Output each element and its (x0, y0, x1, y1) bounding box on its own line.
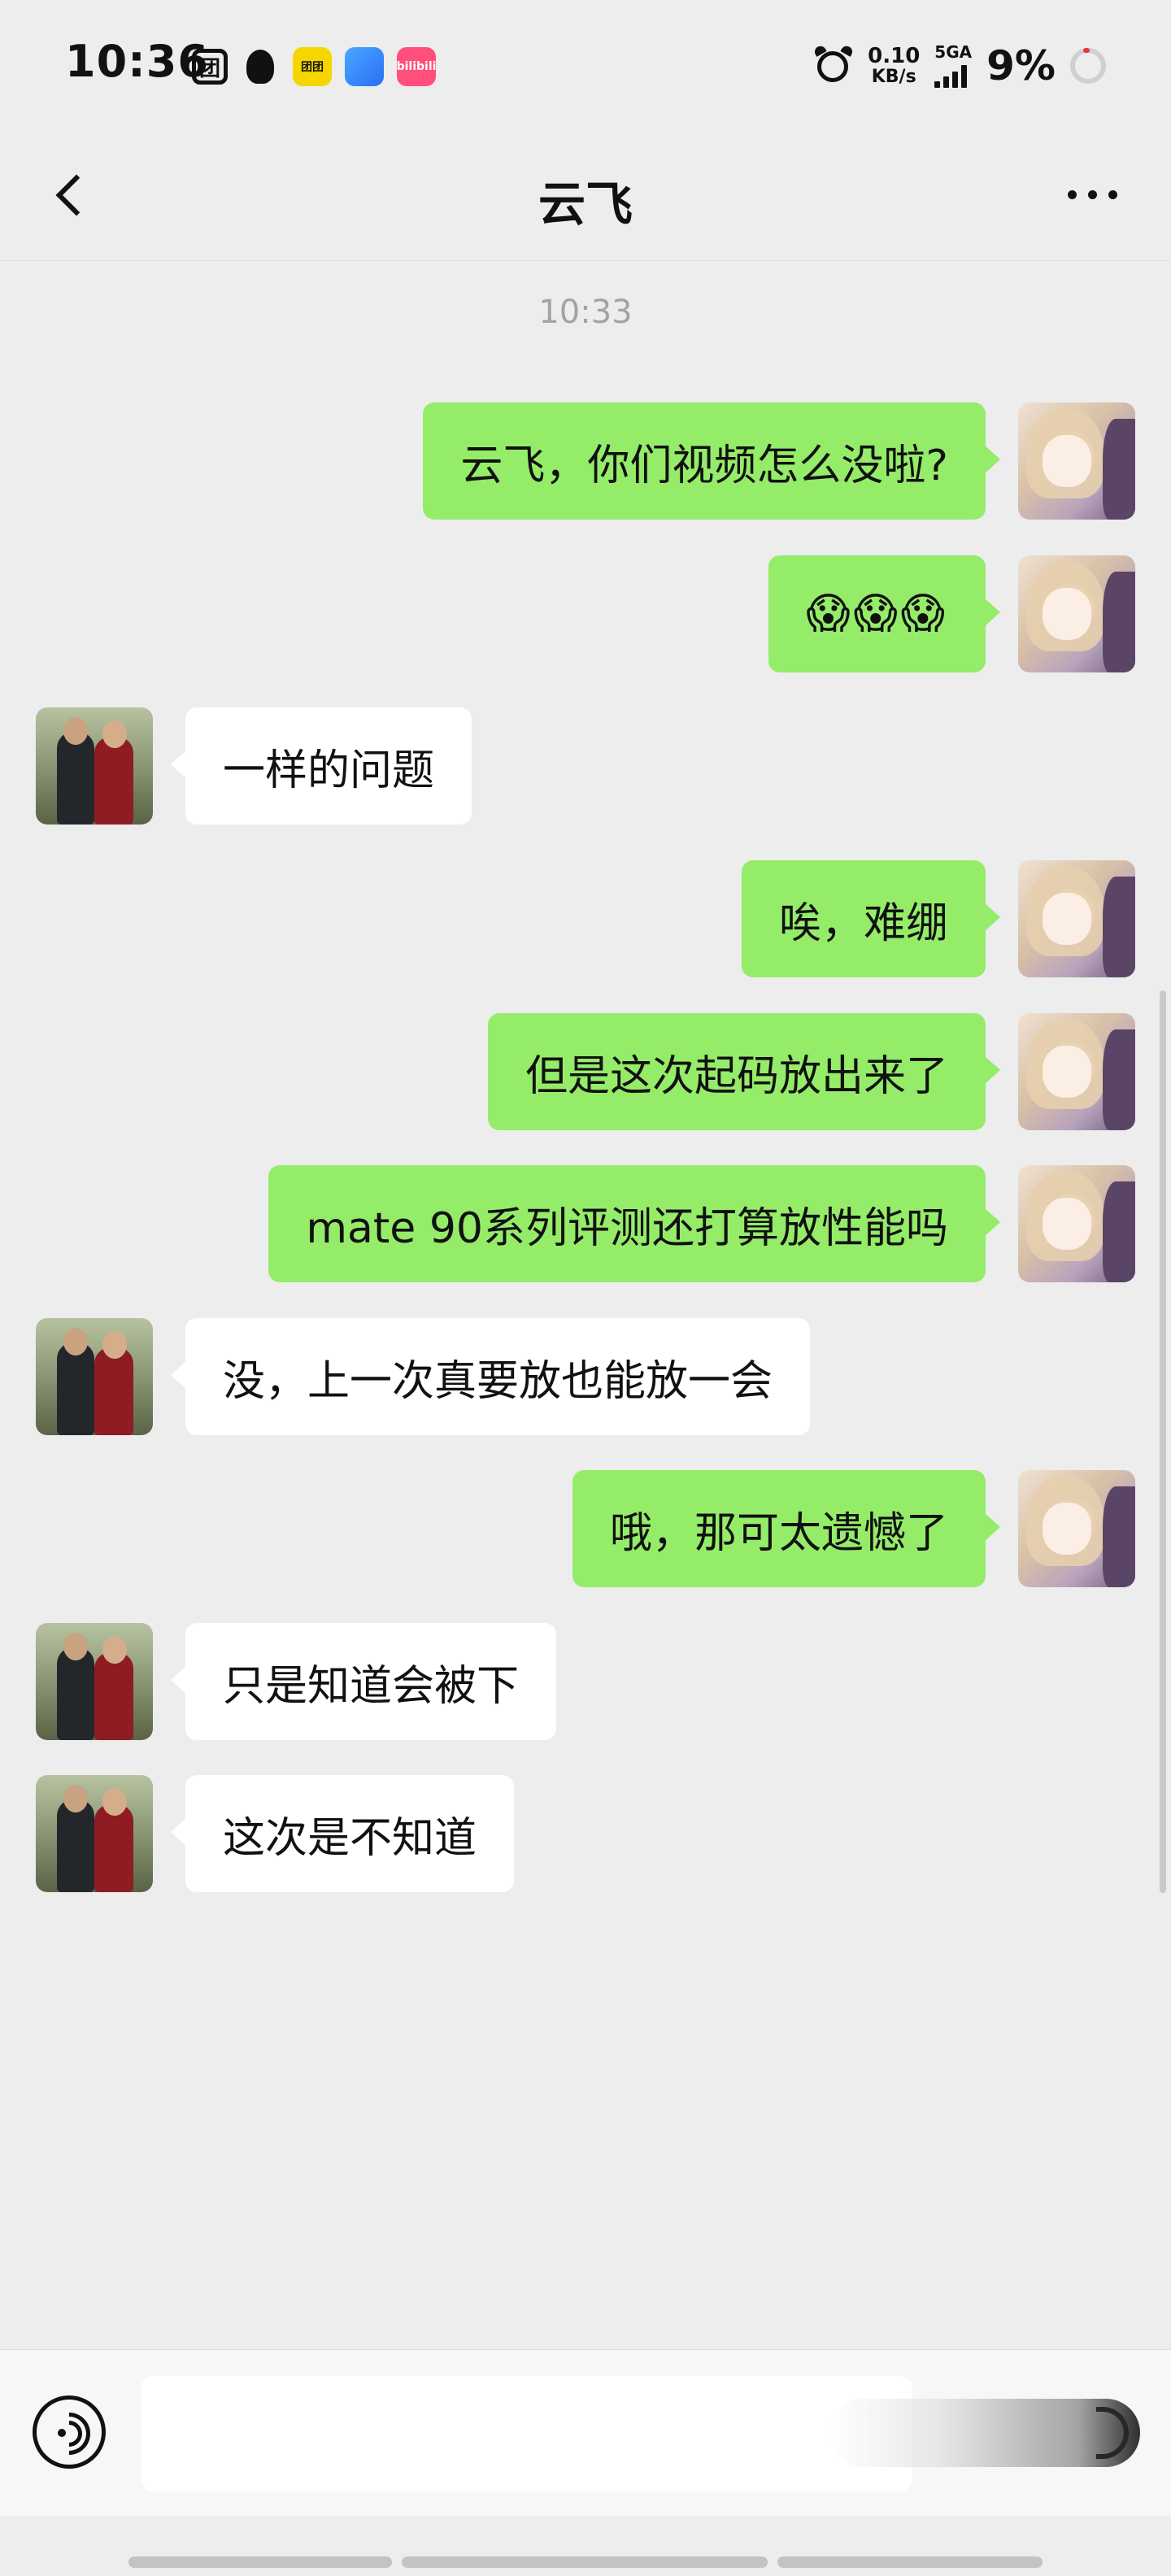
my-avatar[interactable] (1018, 1470, 1135, 1587)
friend-avatar[interactable] (36, 1775, 153, 1892)
status-bar: 10:36 团 团团 bilibili 0.10 KB/s 5GA 9% (0, 0, 1171, 130)
message-input[interactable] (141, 2376, 912, 2491)
my-avatar[interactable] (1018, 555, 1135, 672)
gesture-handle-left[interactable] (128, 2556, 392, 2568)
signal-bars-icon (934, 63, 968, 88)
incoming-message-bubble[interactable]: 这次是不知道 (170, 1775, 515, 1892)
status-time: 10:36 (65, 36, 209, 87)
friend-avatar[interactable] (36, 1623, 153, 1740)
network-speed: 0.10 KB/s (868, 46, 920, 86)
status-right: 0.10 KB/s 5GA 9% (812, 37, 1106, 94)
input-actions-icon[interactable] (829, 2399, 1140, 2467)
network-type: 5GA (934, 42, 973, 62)
incoming-message-bubble[interactable]: 只是知道会被下 (170, 1623, 557, 1740)
my-avatar[interactable] (1018, 860, 1135, 977)
outgoing-message-bubble[interactable]: 云飞，你们视频怎么没啦? (423, 402, 1000, 520)
outgoing-message-bubble[interactable]: mate 90系列评测还打算放性能吗 (268, 1165, 1000, 1282)
gesture-handle-center[interactable] (402, 2556, 768, 2568)
network-speed-unit: KB/s (871, 67, 916, 87)
team-app-icon: 团 (192, 49, 228, 85)
incoming-message-bubble[interactable]: 没，上一次真要放也能放一会 (170, 1318, 811, 1435)
friend-avatar[interactable] (36, 1318, 153, 1435)
bilibili-icon: bilibili (397, 47, 436, 86)
input-bar (0, 2349, 1171, 2517)
blue-app-icon (345, 47, 384, 86)
friend-avatar[interactable] (36, 707, 153, 825)
qq-icon (241, 47, 280, 86)
outgoing-message-bubble[interactable]: 但是这次起码放出来了 (487, 1013, 1001, 1130)
chat-header: 云飞 (0, 130, 1171, 261)
cellular-signal: 5GA (934, 44, 972, 88)
gesture-handle-right[interactable] (777, 2556, 1043, 2568)
network-speed-value: 0.10 (868, 44, 921, 68)
notification-icons: 团 团团 bilibili (192, 44, 436, 89)
my-avatar[interactable] (1018, 402, 1135, 520)
alarm-icon (812, 44, 855, 85)
navigation-gesture-bar (0, 2516, 1171, 2576)
more-options-icon[interactable] (1068, 190, 1117, 199)
my-avatar[interactable] (1018, 1013, 1135, 1130)
battery-icon (1070, 48, 1106, 84)
message-list[interactable]: 10:33 云飞，你们视频怎么没啦? 😱😱😱 一样的问题 唉，难绷 但是这次起码… (0, 261, 1171, 2349)
message-timestamp: 10:33 (538, 294, 633, 331)
voice-input-button[interactable] (33, 2395, 106, 2469)
outgoing-message-bubble[interactable]: 哦，那可太遗憾了 (572, 1470, 1001, 1587)
battery-percent: 9% (986, 42, 1056, 89)
yellow-app-icon: 团团 (293, 47, 332, 86)
outgoing-message-bubble[interactable]: 唉，难绷 (741, 860, 1001, 977)
chat-title: 云飞 (538, 176, 633, 232)
outgoing-emoji-bubble[interactable]: 😱😱😱 (768, 555, 1000, 672)
incoming-message-bubble[interactable]: 一样的问题 (170, 707, 472, 825)
my-avatar[interactable] (1018, 1165, 1135, 1282)
chat-scrollbar[interactable] (1160, 990, 1166, 1893)
